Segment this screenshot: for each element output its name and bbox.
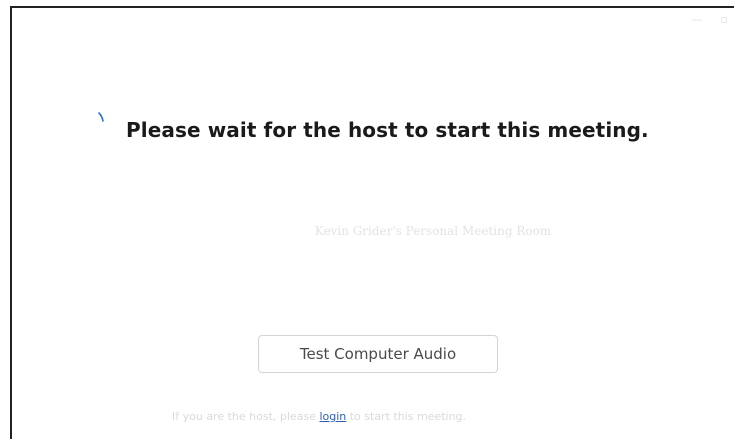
maximize-icon[interactable]: ▫ bbox=[721, 14, 728, 26]
meeting-room-name: Kevin Grider's Personal Meeting Room bbox=[314, 224, 552, 238]
host-login-prompt: If you are the host, please login to sta… bbox=[172, 410, 466, 423]
test-computer-audio-button[interactable]: Test Computer Audio bbox=[258, 335, 498, 373]
login-prompt-before: If you are the host, please bbox=[172, 410, 320, 423]
login-prompt-after: to start this meeting. bbox=[346, 410, 467, 423]
loading-spinner-icon bbox=[98, 112, 104, 122]
meeting-waiting-window: — ▫ Please wait for the host to start th… bbox=[10, 6, 734, 439]
waiting-message: Please wait for the host to start this m… bbox=[126, 118, 649, 142]
minimize-icon[interactable]: — bbox=[692, 14, 703, 26]
login-link[interactable]: login bbox=[319, 410, 346, 423]
window-controls: — ▫ bbox=[692, 14, 728, 26]
